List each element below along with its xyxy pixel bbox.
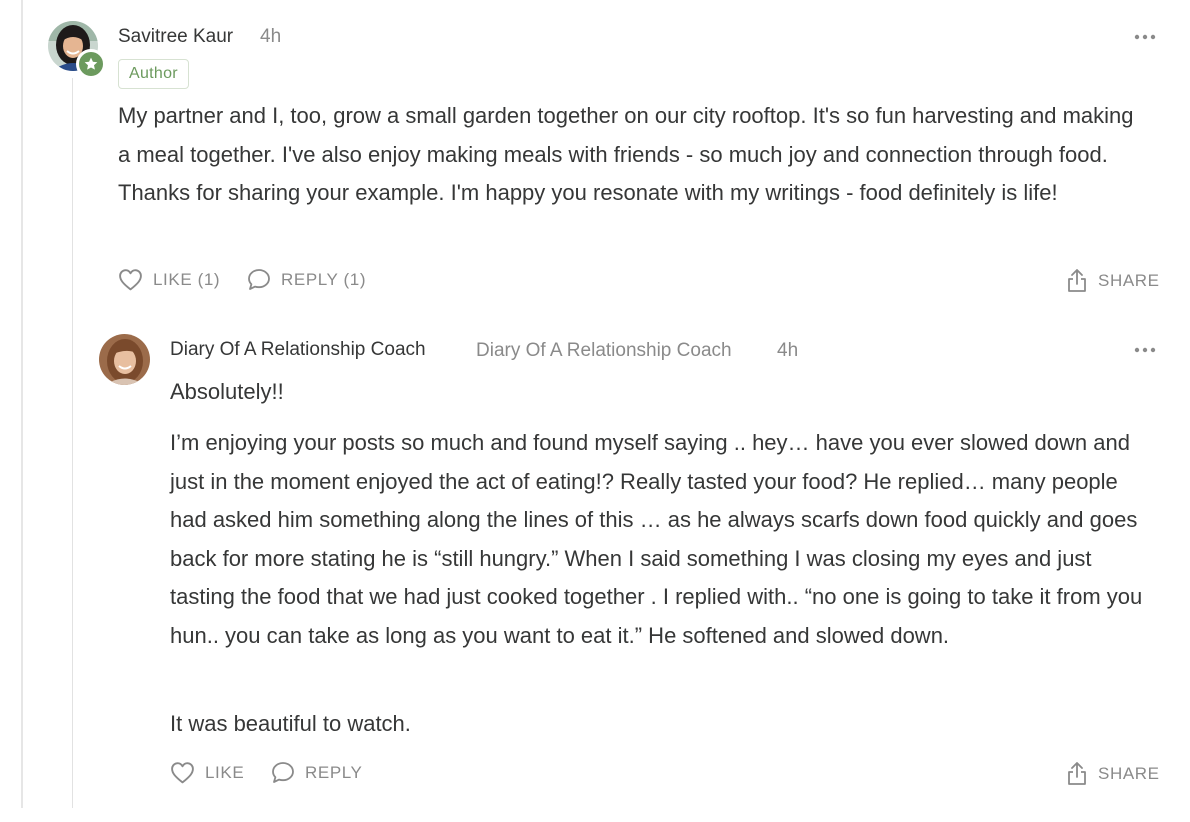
reply-more-options-icon[interactable]	[1133, 346, 1157, 354]
reply-thread-line	[72, 78, 73, 808]
share-icon	[1066, 761, 1088, 786]
reply-text-paragraph-2: I’m enjoying your posts so much and foun…	[170, 430, 1143, 648]
star-icon	[84, 57, 98, 70]
reply-publication-name[interactable]: Diary Of A Relationship Coach	[476, 340, 732, 362]
reply-reply-button[interactable]: REPLY	[271, 761, 363, 784]
heart-icon	[118, 268, 143, 291]
reply-author-name[interactable]: Diary Of A Relationship Coach	[170, 339, 426, 361]
reply-reply-label: REPLY	[305, 762, 363, 782]
reply-label: REPLY (1)	[281, 269, 367, 289]
comment-text: My partner and I, too, grow a small gard…	[118, 103, 1134, 205]
more-options-icon[interactable]	[1133, 33, 1157, 41]
comment-timestamp[interactable]: 4h	[260, 26, 281, 48]
heart-icon	[170, 761, 195, 784]
reply-button[interactable]: REPLY (1)	[247, 268, 366, 291]
reply-like-label: LIKE	[205, 762, 245, 782]
speech-bubble-icon	[271, 761, 295, 784]
reply-like-button[interactable]: LIKE	[170, 761, 244, 784]
reply-text-paragraph-3: It was beautiful to watch.	[170, 711, 411, 736]
share-button[interactable]: SHARE	[1066, 268, 1160, 293]
reply-share-label: SHARE	[1098, 763, 1160, 783]
like-button[interactable]: LIKE (1)	[118, 268, 220, 291]
reply-share-button[interactable]: SHARE	[1066, 761, 1160, 786]
thread-line	[21, 0, 23, 808]
comment-author-name[interactable]: Savitree Kaur	[118, 26, 233, 48]
reply-text-paragraph-1: Absolutely!!	[170, 379, 284, 404]
speech-bubble-icon	[247, 268, 271, 291]
like-label: LIKE (1)	[153, 269, 221, 289]
reply-timestamp[interactable]: 4h	[777, 340, 798, 362]
reply-avatar[interactable]	[99, 334, 150, 385]
author-star-badge	[76, 49, 106, 79]
author-badge: Author	[118, 59, 189, 89]
share-label: SHARE	[1098, 270, 1160, 290]
share-icon	[1066, 268, 1088, 293]
